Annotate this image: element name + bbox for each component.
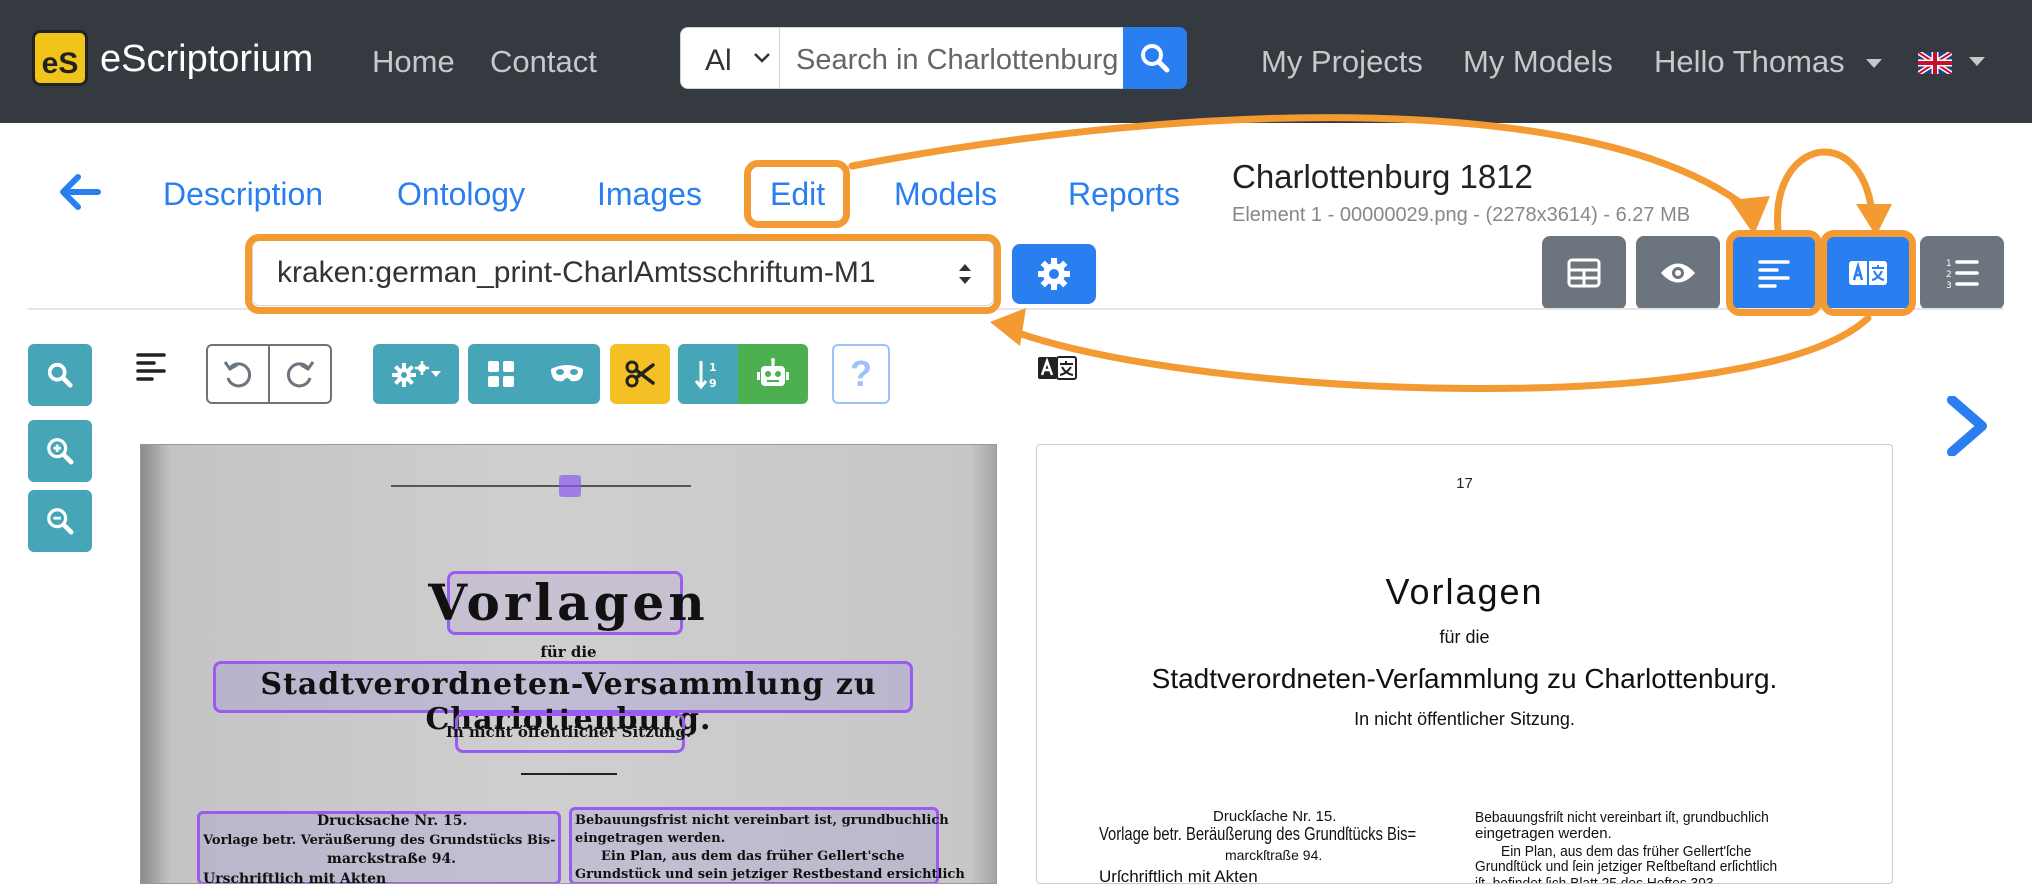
annotation-arrows <box>848 114 1892 393</box>
arrow-edit-to-segmentation <box>848 114 1754 214</box>
arrowhead-segmentation <box>1730 196 1770 235</box>
arrow-segmentation-to-transcription <box>1774 148 1876 234</box>
arrowhead-transcription <box>1856 204 1892 236</box>
arrow-transcription-to-model <box>1006 314 1872 393</box>
arrowhead-model <box>990 308 1026 346</box>
